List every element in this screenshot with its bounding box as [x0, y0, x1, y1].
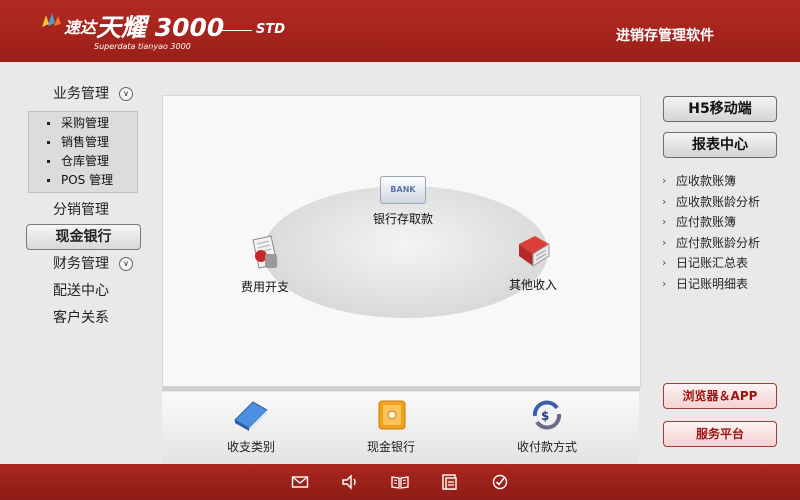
- safe-icon: [378, 400, 406, 430]
- app-tagline: 进销存管理软件: [616, 28, 714, 44]
- sidebar: 业务管理 ∨ 采购管理 销售管理 仓库管理 POS 管理 分销管理 现金银行 财…: [0, 62, 150, 464]
- brand-divider: [218, 30, 252, 31]
- chevron-right-icon: ›: [662, 174, 667, 187]
- submenu-item-label: 采购管理: [61, 116, 110, 130]
- node-label: 银行存取款: [372, 212, 433, 226]
- submenu-item-pos[interactable]: POS 管理: [29, 171, 137, 190]
- submenu-item-purchase[interactable]: 采购管理: [29, 114, 137, 133]
- browser-app-button[interactable]: 浏览器＆APP: [663, 383, 777, 409]
- app-logo: 速达 天耀 3000 Superdata tianyao 3000 STD: [40, 8, 300, 56]
- sidebar-item-label: 分销管理: [53, 202, 109, 218]
- sidebar-item-business[interactable]: 业务管理 ∨: [26, 82, 141, 106]
- svg-text:$: $: [541, 409, 549, 423]
- bullet-icon: [47, 179, 50, 182]
- sidebar-item-delivery[interactable]: 配送中心: [26, 279, 141, 303]
- news-icon[interactable]: [441, 473, 459, 491]
- node-expense[interactable]: 费用开支: [225, 234, 305, 295]
- sidebar-item-distribution[interactable]: 分销管理: [26, 198, 141, 222]
- edition-label: STD: [256, 22, 286, 37]
- h5-mobile-button[interactable]: H5移动端: [663, 96, 777, 122]
- report-link-label: 应收款账簿: [676, 174, 737, 188]
- tool-label: 现金银行: [366, 440, 415, 454]
- service-platform-button[interactable]: 服务平台: [663, 421, 777, 447]
- cash-bank-panel: BANK 银行存取款 费用开支 其他收入: [162, 95, 641, 387]
- submenu-item-sales[interactable]: 销售管理: [29, 133, 137, 152]
- chevron-right-icon: ›: [662, 256, 667, 269]
- node-bank-transfer[interactable]: BANK 银行存取款: [358, 176, 448, 227]
- expense-document-icon: [252, 235, 278, 269]
- logo-mark-icon: [42, 13, 61, 27]
- income-book-icon: [519, 236, 550, 267]
- chevron-down-icon[interactable]: ∨: [119, 257, 133, 271]
- node-label: 其他收入: [508, 278, 557, 292]
- chevron-right-icon: ›: [662, 235, 667, 249]
- tool-payment-method[interactable]: $ 收付款方式: [502, 398, 592, 455]
- report-link-label: 应收款账龄分析: [676, 194, 761, 209]
- sidebar-item-label: 配送中心: [53, 283, 109, 299]
- chevron-right-icon: ›: [662, 194, 667, 208]
- app-header: 速达 天耀 3000 Superdata tianyao 3000 STD 进销…: [0, 0, 800, 62]
- footer-bar: [0, 464, 800, 500]
- report-center-button[interactable]: 报表中心: [663, 132, 777, 158]
- tool-cash-bank[interactable]: 现金银行: [346, 398, 436, 455]
- tool-label: 收支类别: [226, 440, 275, 454]
- report-link-label: 应付款账龄分析: [676, 235, 761, 250]
- submenu-item-label: 仓库管理: [61, 154, 110, 168]
- report-link-label: 日记账明细表: [676, 276, 749, 291]
- sidebar-item-finance[interactable]: 财务管理 ∨: [26, 252, 141, 276]
- sidebar-item-label: 财务管理: [53, 256, 109, 272]
- report-link-receivable-aging[interactable]: › 应收款账龄分析: [662, 192, 792, 213]
- report-link-label: 日记账汇总表: [676, 256, 749, 270]
- report-link-label: 应付款账簿: [676, 215, 737, 229]
- report-link-journal-summary[interactable]: › 日记账汇总表: [662, 253, 792, 274]
- check-icon[interactable]: [491, 473, 509, 491]
- submenu-business: 采购管理 销售管理 仓库管理 POS 管理: [28, 111, 138, 193]
- submenu-item-warehouse[interactable]: 仓库管理: [29, 152, 137, 171]
- tool-income-expense-category[interactable]: 收支类别: [206, 398, 296, 455]
- report-link-journal-detail[interactable]: › 日记账明细表: [662, 274, 792, 295]
- bullet-icon: [47, 160, 50, 163]
- chevron-right-icon: ›: [662, 276, 667, 290]
- report-link-payable-aging[interactable]: › 应付款账龄分析: [662, 233, 792, 254]
- node-other-income[interactable]: 其他收入: [493, 230, 573, 293]
- help-book-icon[interactable]: [391, 473, 409, 491]
- book-icon: [234, 401, 268, 431]
- report-link-receivable-ledger[interactable]: › 应收款账簿: [662, 171, 792, 192]
- sidebar-item-label: 业务管理: [53, 86, 109, 102]
- speaker-icon[interactable]: [341, 473, 359, 491]
- node-label: 费用开支: [240, 280, 289, 294]
- bullet-icon: [47, 122, 50, 125]
- sidebar-item-crm[interactable]: 客户关系: [26, 306, 141, 330]
- bank-card-icon: BANK: [380, 176, 426, 204]
- report-link-list: › 应收款账簿 › 应收款账龄分析 › 应付款账簿 › 应付款账龄分析 › 日记…: [662, 171, 792, 294]
- report-link-payable-ledger[interactable]: › 应付款账簿: [662, 212, 792, 233]
- tool-label: 收付款方式: [516, 440, 577, 454]
- sidebar-item-label: 现金银行: [55, 229, 112, 245]
- sidebar-item-label: 客户关系: [53, 310, 109, 326]
- brand-product-name: 天耀 3000: [96, 13, 225, 42]
- brand-subtitle: Superdata tianyao 3000: [94, 42, 191, 51]
- panel-divider: [162, 386, 640, 391]
- submenu-item-label: 销售管理: [61, 135, 110, 149]
- submenu-item-label: POS 管理: [61, 173, 114, 187]
- mail-icon[interactable]: [291, 473, 309, 491]
- chevron-right-icon: ›: [662, 215, 667, 228]
- sidebar-item-cash-bank[interactable]: 现金银行: [26, 224, 141, 250]
- tool-strip: 收支类别 现金银行 $ 收付款方式: [162, 392, 639, 464]
- payment-cycle-icon: $: [532, 400, 562, 430]
- brand-chinese-name: 速达: [64, 18, 97, 37]
- chevron-down-icon[interactable]: ∨: [119, 87, 133, 101]
- bullet-icon: [47, 141, 50, 144]
